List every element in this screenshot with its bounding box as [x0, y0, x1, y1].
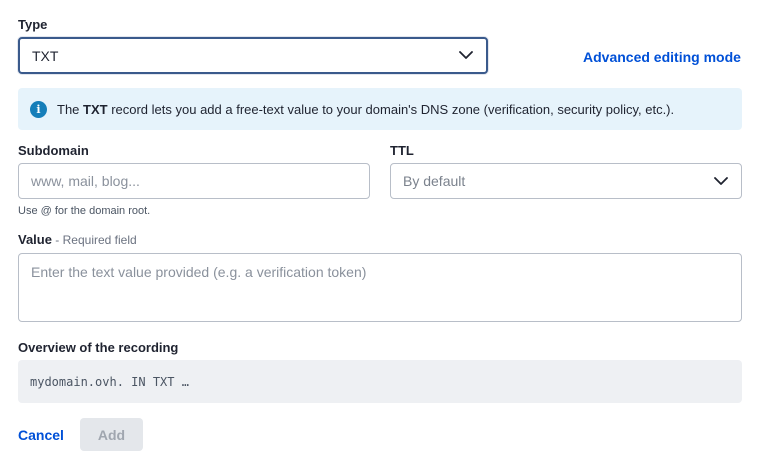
info-banner: i The TXT record lets you add a free-tex…	[18, 88, 742, 130]
info-record-type: TXT	[83, 101, 108, 117]
subdomain-hint: Use @ for the domain root.	[18, 205, 151, 217]
info-icon: i	[30, 100, 47, 118]
overview-label: Overview of the recording	[18, 340, 179, 355]
value-label: Value - Required field	[18, 232, 137, 247]
chevron-down-icon	[458, 48, 474, 64]
info-description: record lets you add a free-text value to…	[107, 101, 675, 117]
cancel-button[interactable]: Cancel	[18, 427, 64, 443]
chevron-down-icon	[713, 173, 729, 189]
info-text: The TXT record lets you add a free-text …	[57, 102, 674, 117]
info-prefix: The	[57, 101, 84, 117]
type-select-value: TXT	[32, 47, 59, 64]
overview-text: mydomain.ovh. IN TXT …	[30, 374, 189, 389]
ttl-select[interactable]: By default	[390, 163, 742, 199]
type-select[interactable]: TXT	[18, 37, 488, 74]
value-label-text: Value	[18, 232, 52, 247]
value-textarea[interactable]	[18, 253, 742, 322]
subdomain-input[interactable]	[18, 163, 370, 199]
value-required-note: - Required field	[51, 233, 137, 247]
subdomain-label: Subdomain	[18, 143, 89, 158]
overview-box: mydomain.ovh. IN TXT …	[18, 360, 742, 403]
add-button[interactable]: Add	[80, 418, 143, 451]
ttl-select-value: By default	[403, 173, 466, 189]
type-label: Type	[18, 17, 48, 32]
advanced-editing-mode-link[interactable]: Advanced editing mode	[583, 49, 741, 65]
ttl-label: TTL	[390, 143, 414, 158]
